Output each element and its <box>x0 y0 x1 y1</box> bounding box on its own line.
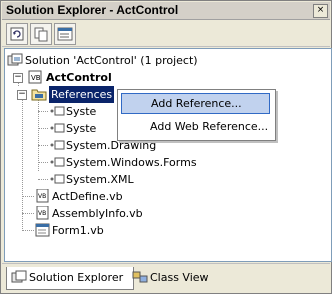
references-folder-icon <box>31 89 47 101</box>
svg-text:VB: VB <box>31 74 41 82</box>
tree-line <box>38 128 48 129</box>
tree-line <box>22 95 23 229</box>
solution-tree: Solution 'ActControl' (1 project) − VB A… <box>4 48 332 262</box>
tab-solution-explorer[interactable]: Solution Explorer <box>6 267 134 290</box>
assembly-icon <box>50 140 65 150</box>
tree-line <box>22 196 34 197</box>
menu-item-add-web-reference[interactable]: Add Web Reference... <box>121 116 270 137</box>
refresh-icon <box>10 27 24 41</box>
window-title: Solution Explorer - ActControl <box>6 3 179 17</box>
tree-line <box>22 230 34 231</box>
svg-text:VB: VB <box>38 193 46 200</box>
tab-bar: Solution Explorer Class View <box>2 263 330 293</box>
tree-line <box>38 111 48 112</box>
project-label: ActControl <box>46 71 112 84</box>
file-item[interactable]: Form1.vb <box>35 222 255 239</box>
toolbar <box>2 20 330 47</box>
close-icon: × <box>316 5 325 15</box>
tab-class-view[interactable]: Class View <box>128 267 234 289</box>
vb-project-icon: VB <box>28 70 42 84</box>
properties-icon <box>57 27 73 41</box>
context-menu: Add Reference... Add Web Reference... <box>117 89 276 141</box>
svg-text:VB: VB <box>38 210 46 217</box>
refresh-button[interactable] <box>6 23 28 45</box>
assembly-icon <box>50 174 65 184</box>
vb-file-icon: VB <box>36 206 49 220</box>
tree-line <box>38 95 39 171</box>
title-bar: Solution Explorer - ActControl × <box>2 2 330 20</box>
tree-line <box>38 179 48 180</box>
file-item[interactable]: VB AssemblyInfo.vb <box>35 205 255 222</box>
tree-line <box>38 145 48 146</box>
file-item[interactable]: VB ActDefine.vb <box>35 188 255 205</box>
solution-icon <box>11 270 27 283</box>
properties-button[interactable] <box>54 23 76 45</box>
solution-explorer-panel: Solution Explorer - ActControl × Solutio… <box>0 0 332 294</box>
tree-line <box>22 213 34 214</box>
close-button[interactable]: × <box>313 4 328 18</box>
vb-file-icon: VB <box>36 189 49 203</box>
solution-icon <box>7 53 23 66</box>
menu-item-label: Add Reference... <box>151 97 242 110</box>
form-file-icon <box>35 223 50 237</box>
copy-icon <box>34 27 48 42</box>
menu-item-label: Add Web Reference... <box>150 120 269 133</box>
copy-button[interactable] <box>30 23 52 45</box>
collapse-toggle[interactable]: − <box>13 73 23 83</box>
tree-node-project[interactable]: − VB ActControl <box>9 69 309 86</box>
tree-node-solution[interactable]: Solution 'ActControl' (1 project) <box>7 52 307 69</box>
reference-item[interactable]: System.Windows.Forms <box>49 154 269 171</box>
references-label: References <box>49 86 115 103</box>
class-view-icon <box>132 271 148 283</box>
collapse-toggle[interactable]: − <box>17 90 27 100</box>
solution-label: Solution 'ActControl' (1 project) <box>25 54 198 67</box>
assembly-icon <box>50 123 65 133</box>
assembly-icon <box>50 106 65 116</box>
reference-item[interactable]: System.XML <box>49 171 269 188</box>
menu-item-add-reference[interactable]: Add Reference... <box>121 93 270 114</box>
assembly-icon <box>50 157 65 167</box>
tree-line <box>38 162 48 163</box>
